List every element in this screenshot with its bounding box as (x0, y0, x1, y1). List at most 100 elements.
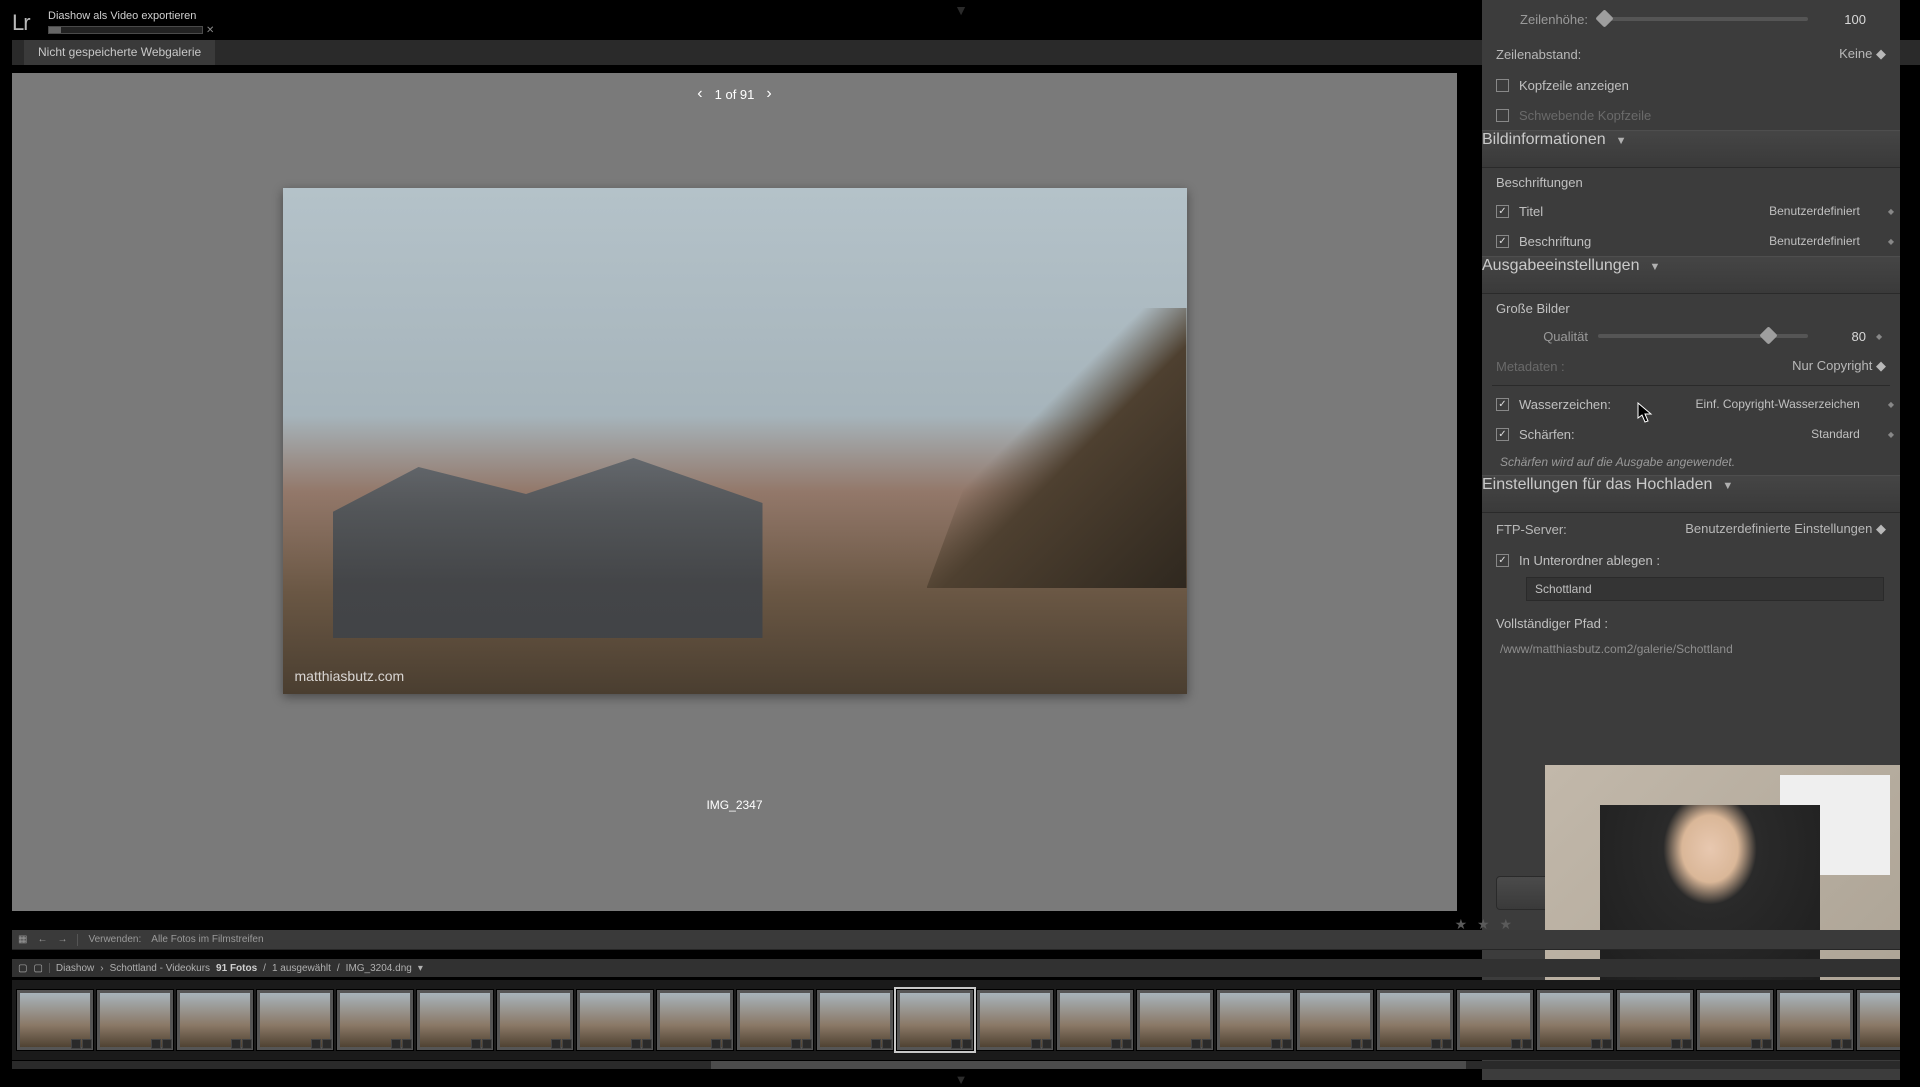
floating-header-label: Schwebende Kopfzeile (1519, 108, 1651, 123)
watermark-value[interactable]: Einf. Copyright-Wasserzeichen (1696, 397, 1860, 411)
nav-fwd-icon[interactable]: → (57, 934, 67, 945)
export-task-label: Diashow als Video exportieren (48, 10, 196, 22)
row-height-slider[interactable] (1598, 17, 1808, 21)
preview-area: ‹ 1 of 91 › matthiasbutz.com IMG_2347 (12, 73, 1457, 911)
thumbnail[interactable] (1136, 989, 1214, 1051)
crumb-module[interactable]: Diashow (56, 963, 94, 974)
dropdown-icon[interactable]: ◆ (1888, 207, 1894, 216)
metadata-label: Metadaten : (1496, 359, 1565, 374)
thumbnail[interactable] (816, 989, 894, 1051)
stepper-icon[interactable]: ◆ (1876, 332, 1886, 341)
section-output[interactable]: Ausgabeeinstellungen▼ (1482, 256, 1900, 294)
thumbnail[interactable] (1696, 989, 1774, 1051)
thumbnail[interactable] (1456, 989, 1534, 1051)
section-image-info[interactable]: Bildinformationen▼ (1482, 130, 1900, 168)
thumbnail[interactable] (1376, 989, 1454, 1051)
show-header-label: Kopfzeile anzeigen (1519, 78, 1629, 93)
row-height-label: Zeilenhöhe: (1496, 12, 1588, 27)
thumbnail[interactable] (176, 989, 254, 1051)
subfolder-input[interactable]: Schottland (1526, 577, 1884, 601)
subfolder-checkbox[interactable]: ✓ (1496, 554, 1509, 567)
app-logo: Lr (12, 10, 30, 36)
image-caption: IMG_2347 (706, 798, 762, 812)
row-height-value[interactable]: 100 (1818, 12, 1866, 27)
thumbnail[interactable] (16, 989, 94, 1051)
sharpen-checkbox[interactable]: ✓ (1496, 428, 1509, 441)
thumbnail[interactable] (1056, 989, 1134, 1051)
dropdown-icon[interactable]: ◆ (1888, 400, 1894, 409)
sharpen-label: Schärfen: (1519, 427, 1575, 442)
crumb-collection[interactable]: Schottland - Videokurs (110, 963, 210, 974)
caption-checkbox[interactable]: ✓ (1496, 235, 1509, 248)
sharpen-note: Schärfen wird auf die Ausgabe angewendet… (1482, 449, 1900, 475)
use-filter[interactable]: Alle Fotos im Filmstreifen (151, 934, 263, 945)
thumbnail[interactable] (656, 989, 734, 1051)
dropdown-icon[interactable]: ◆ (1876, 358, 1886, 373)
caption-label: Beschriftung (1519, 234, 1591, 249)
dropdown-icon[interactable]: ◆ (1888, 430, 1894, 439)
use-label: Verwenden: (88, 934, 141, 945)
tab-unsaved-gallery[interactable]: Nicht gespeicherte Webgalerie (24, 40, 215, 65)
thumbnail[interactable] (1856, 989, 1900, 1051)
nav-back-icon[interactable]: ← (37, 934, 47, 945)
watermark-text: matthiasbutz.com (295, 668, 405, 684)
thumbnail[interactable] (496, 989, 574, 1051)
metadata-value[interactable]: Nur Copyright (1792, 358, 1872, 373)
thumbnail[interactable] (1536, 989, 1614, 1051)
collapse-icon[interactable]: ▼ (1722, 480, 1733, 492)
thumbnail[interactable] (256, 989, 334, 1051)
next-page-icon[interactable]: › (766, 85, 771, 103)
watermark-checkbox[interactable]: ✓ (1496, 398, 1509, 411)
secondary-display-icon[interactable]: ▢ (18, 963, 27, 974)
large-images-heading: Große Bilder (1482, 294, 1900, 322)
collapse-icon[interactable]: ▼ (1649, 261, 1660, 273)
thumbnail[interactable] (416, 989, 494, 1051)
ftp-value[interactable]: Benutzerdefinierte Einstellungen (1685, 521, 1872, 536)
filmstrip-breadcrumb: ▢ ▢ Diashow› Schottland - Videokurs 91 F… (12, 959, 1900, 977)
thumbnail[interactable] (96, 989, 174, 1051)
dropdown-icon[interactable]: ◆ (1876, 521, 1886, 536)
thumbnail[interactable] (1216, 989, 1294, 1051)
thumbnail[interactable] (336, 989, 414, 1051)
export-progress (48, 26, 203, 34)
title-value[interactable]: Benutzerdefiniert (1769, 204, 1860, 218)
quality-label: Qualität (1496, 329, 1588, 344)
thumbnail[interactable] (1296, 989, 1374, 1051)
row-spacing-value[interactable]: Keine (1839, 46, 1872, 61)
thumbnail[interactable] (976, 989, 1054, 1051)
subfolder-label: In Unterordner ablegen : (1519, 553, 1660, 568)
thumbnail[interactable] (576, 989, 654, 1051)
ftp-label: FTP-Server: (1496, 522, 1567, 537)
thumbnail[interactable] (896, 989, 974, 1051)
dropdown-icon[interactable]: ◆ (1876, 46, 1886, 61)
title-checkbox[interactable]: ✓ (1496, 205, 1509, 218)
full-path-value: /www/matthiasbutz.com2/galerie/Schottlan… (1482, 637, 1900, 661)
filmstrip-toolbar: ▦ ← → Verwenden: Alle Fotos im Filmstrei… (12, 930, 1900, 950)
sharpen-value[interactable]: Standard (1811, 427, 1860, 441)
watermark-label: Wasserzeichen: (1519, 397, 1611, 412)
filmstrip[interactable] (12, 980, 1900, 1060)
crumb-selected: 1 ausgewählt (272, 963, 331, 974)
crumb-filename: IMG_3204.dng (346, 963, 412, 974)
prev-page-icon[interactable]: ‹ (697, 85, 702, 103)
thumbnail[interactable] (1616, 989, 1694, 1051)
collapse-icon[interactable]: ▼ (1616, 135, 1627, 147)
panel-drag-handle-top[interactable]: ▼ (954, 2, 966, 18)
row-spacing-label: Zeilenabstand: (1496, 47, 1581, 62)
preview-image[interactable]: matthiasbutz.com (283, 188, 1187, 694)
floating-header-checkbox (1496, 109, 1509, 122)
labels-heading: Beschriftungen (1482, 168, 1900, 196)
dropdown-icon[interactable]: ◆ (1888, 237, 1894, 246)
export-cancel-icon[interactable]: ✕ (206, 25, 214, 36)
quality-value[interactable]: 80 (1818, 329, 1866, 344)
thumbnail[interactable] (1776, 989, 1854, 1051)
thumbnail[interactable] (736, 989, 814, 1051)
filmstrip-scrollbar[interactable] (12, 1061, 1900, 1069)
crumb-count: 91 Fotos (216, 963, 257, 974)
grid-view-icon[interactable]: ▦ (18, 934, 27, 945)
quality-slider[interactable] (1598, 334, 1808, 338)
show-header-checkbox[interactable] (1496, 79, 1509, 92)
section-upload[interactable]: Einstellungen für das Hochladen▼ (1482, 475, 1900, 513)
caption-value[interactable]: Benutzerdefiniert (1769, 234, 1860, 248)
secondary-display-icon-2[interactable]: ▢ (33, 963, 42, 974)
